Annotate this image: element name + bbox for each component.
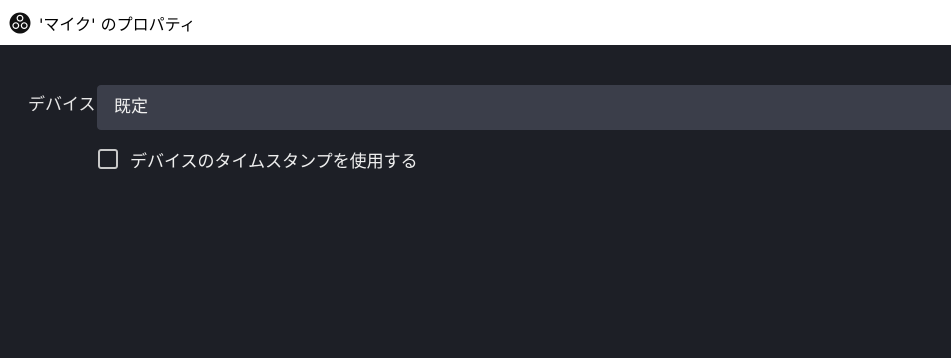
obs-logo-icon xyxy=(9,12,31,34)
device-select[interactable]: 既定 xyxy=(97,85,951,130)
device-label: デバイス xyxy=(28,95,96,115)
timestamp-checkbox[interactable] xyxy=(98,149,118,169)
properties-panel: デバイス 既定 デバイスのタイムスタンプを使用する xyxy=(0,45,951,358)
device-row: デバイス 既定 xyxy=(0,85,951,131)
window-title: 'マイク' のプロパティ xyxy=(39,14,196,34)
title-bar: 'マイク' のプロパティ xyxy=(0,0,951,45)
device-select-value: 既定 xyxy=(114,97,148,117)
properties-window: 'マイク' のプロパティ デバイス 既定 デバイスのタイムスタンプを使用する xyxy=(0,0,951,358)
timestamp-option[interactable]: デバイスのタイムスタンプを使用する xyxy=(98,147,418,172)
timestamp-checkbox-label[interactable]: デバイスのタイムスタンプを使用する xyxy=(130,147,418,172)
